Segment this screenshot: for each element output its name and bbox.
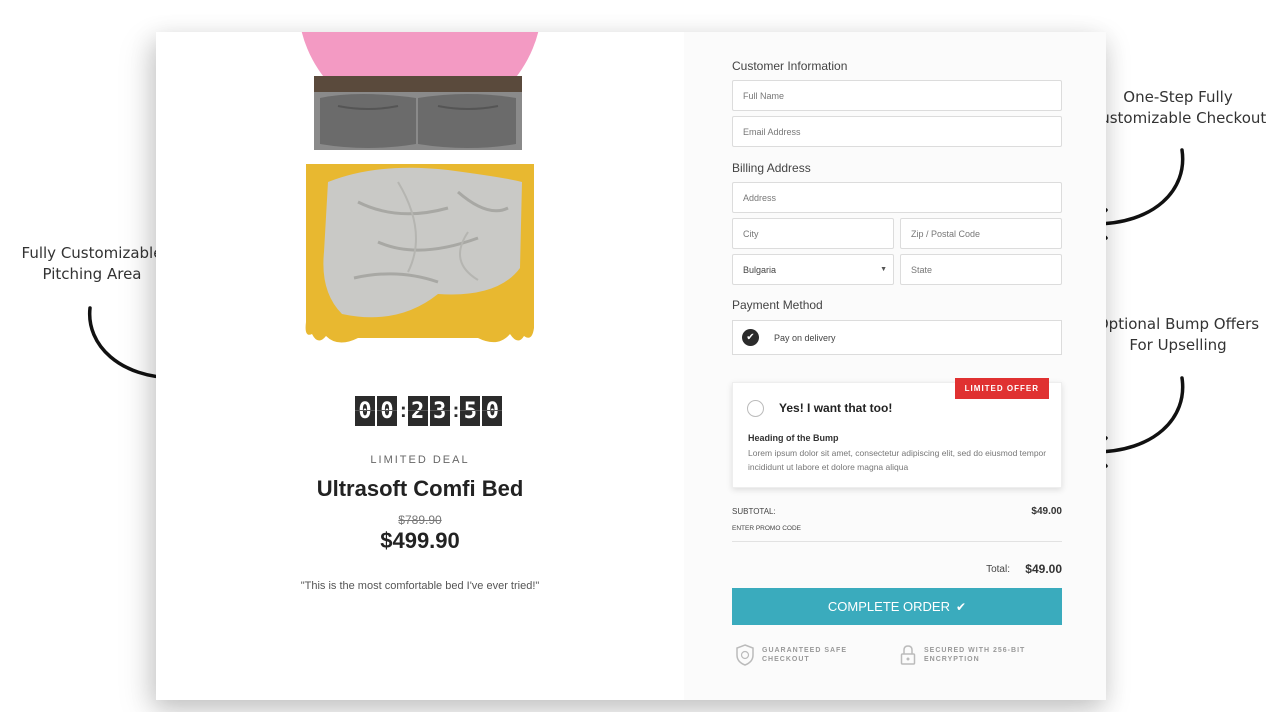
- deal-label: LIMITED DEAL: [370, 454, 470, 466]
- city-field[interactable]: [732, 218, 894, 249]
- bump-title: Yes! I want that too!: [779, 401, 893, 415]
- total-value: $49.00: [1025, 562, 1062, 576]
- payment-method-title: Payment Method: [732, 298, 823, 312]
- countdown-digit: 2: [407, 396, 428, 426]
- shield-icon: [736, 644, 754, 666]
- bump-description: Lorem ipsum dolor sit amet, consectetur …: [748, 448, 1047, 472]
- check-icon: ✔: [742, 329, 759, 346]
- bump-heading: Heading of the Bump: [748, 433, 839, 443]
- total-label: Total:: [986, 564, 1010, 575]
- chevron-down-icon: ▼: [880, 266, 887, 273]
- safe-checkout-line2: CHECKOUT: [762, 656, 810, 663]
- divider: [732, 541, 1062, 542]
- countdown-separator: :: [452, 399, 460, 422]
- billing-address-title: Billing Address: [732, 161, 811, 175]
- state-field[interactable]: [900, 254, 1062, 285]
- country-value: Bulgaria: [743, 264, 777, 275]
- new-price: $499.90: [380, 528, 460, 553]
- old-price: $789.90: [398, 513, 442, 527]
- subtotal-label: SUBTOTAL:: [732, 507, 776, 516]
- email-input[interactable]: [743, 126, 1061, 137]
- subtotal-value: $49.00: [1031, 506, 1062, 517]
- country-select[interactable]: Bulgaria ▼: [732, 254, 894, 285]
- countdown-digit: 0: [377, 396, 397, 426]
- lock-icon: [900, 645, 916, 665]
- encryption-line1: SECURED WITH 256-BIT: [924, 647, 1026, 654]
- zip-input[interactable]: [911, 228, 1061, 239]
- annotation-checkout: One-Step Fully Customizable Checkout: [1089, 88, 1267, 127]
- countdown-separator: :: [400, 399, 407, 422]
- product-title: Ultrasoft Comfi Bed: [316, 476, 524, 501]
- encryption-badge: SECURED WITH 256-BIT ENCRYPTION: [900, 644, 1034, 666]
- testimonial: "This is the most comfortable bed I've e…: [300, 580, 540, 592]
- bump-offer[interactable]: LIMITED OFFER Yes! I want that too! Head…: [732, 378, 1062, 488]
- payment-option[interactable]: ✔ Pay on delivery: [732, 320, 1062, 355]
- countdown-digit: 5: [460, 396, 481, 426]
- safe-checkout-line1: GUARANTEED SAFE: [762, 647, 848, 654]
- limited-offer-badge: LIMITED OFFER: [954, 378, 1049, 399]
- customer-info-title: Customer Information: [732, 59, 848, 73]
- complete-order-button[interactable]: COMPLETE ORDER ✔: [732, 588, 1062, 625]
- countdown-digit: 3: [429, 396, 450, 426]
- promo-code-link[interactable]: ENTER PROMO CODE: [732, 525, 801, 532]
- email-field[interactable]: [732, 116, 1062, 147]
- state-input[interactable]: [911, 264, 1061, 275]
- annotation-bump-offers: Optional Bump Offers For Upselling: [1096, 315, 1260, 354]
- address-field[interactable]: [732, 182, 1062, 213]
- product-image: [301, 32, 539, 343]
- complete-order-label: COMPLETE ORDER: [827, 599, 950, 614]
- address-input[interactable]: [743, 192, 1061, 203]
- annotation-pitching-area: Fully Customizable Pitching Area: [21, 244, 163, 283]
- checkout-form: Customer Information Billing Address Bul…: [684, 32, 1106, 700]
- pitching-area: 0 0 : 2 3 : 5 0 LIMITED DEAL Ultrasoft C…: [156, 32, 684, 700]
- checkout-card: 0 0 : 2 3 : 5 0 LIMITED DEAL Ultrasoft C…: [156, 32, 1106, 700]
- full-name-input[interactable]: [743, 90, 1061, 101]
- countdown-digit: 0: [482, 396, 503, 426]
- bump-radio[interactable]: [747, 400, 764, 417]
- countdown-timer: 0 0 : 2 3 : 5 0: [355, 396, 504, 426]
- encryption-line2: ENCRYPTION: [924, 656, 980, 663]
- safe-checkout-badge: GUARANTEED SAFE CHECKOUT: [736, 644, 872, 666]
- city-input[interactable]: [743, 228, 893, 239]
- countdown-digit: 0: [355, 396, 375, 426]
- zip-field[interactable]: [900, 218, 1062, 249]
- full-name-field[interactable]: [732, 80, 1062, 111]
- payment-option-label: Pay on delivery: [774, 332, 836, 343]
- checkmark-icon: ✔: [956, 599, 967, 614]
